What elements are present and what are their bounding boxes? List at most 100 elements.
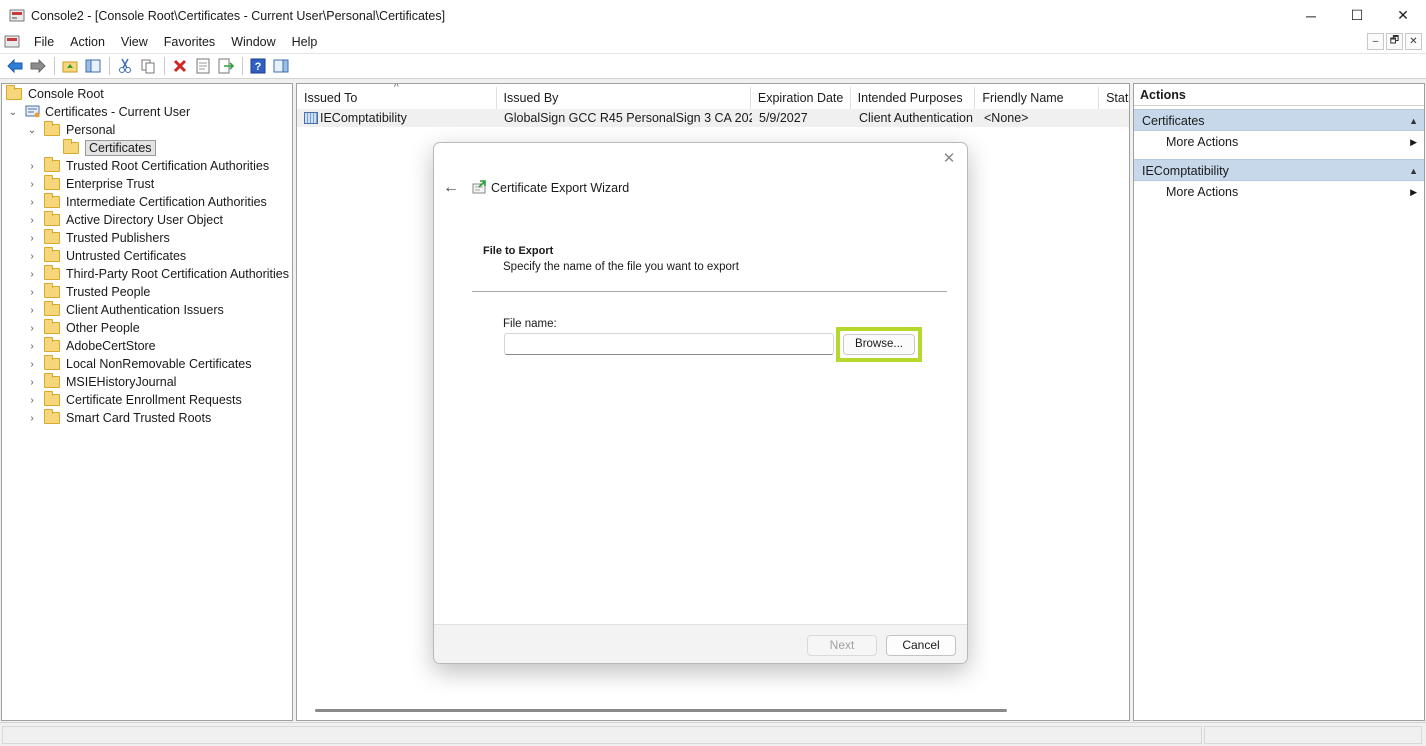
cut-icon[interactable]: [114, 55, 136, 77]
tree-item-console-root[interactable]: Console Root: [6, 85, 104, 103]
more-actions-iecomptatibility[interactable]: More Actions ▶: [1134, 181, 1424, 203]
help-icon[interactable]: ?: [247, 55, 269, 77]
tree-item-label: Smart Card Trusted Roots: [66, 411, 212, 425]
folder-icon: [44, 265, 60, 280]
child-minimize-button[interactable]: –: [1367, 33, 1384, 50]
back-arrow-icon[interactable]: [4, 55, 26, 77]
forward-arrow-icon[interactable]: [27, 55, 49, 77]
chevron-right-icon[interactable]: ›: [26, 251, 38, 262]
column-friendly-name[interactable]: Friendly Name: [975, 87, 1100, 109]
folder-icon: [44, 355, 60, 370]
column-issued-by[interactable]: Issued By: [497, 87, 751, 109]
chevron-right-icon[interactable]: ›: [26, 197, 38, 208]
properties-icon[interactable]: [192, 55, 214, 77]
tree-item-third-party-root-certification-authorities[interactable]: › Third-Party Root Certification Authorit…: [26, 265, 289, 283]
tree-item-client-authentication-issuers[interactable]: › Client Authentication Issuers: [26, 301, 224, 319]
toolbar-separator: [109, 57, 110, 75]
close-icon[interactable]: ✕: [939, 149, 959, 169]
column-status[interactable]: Stat: [1099, 87, 1129, 109]
actions-group-iecomptatibility[interactable]: IEComptatibility ▲: [1134, 159, 1424, 181]
chevron-right-icon[interactable]: ›: [26, 341, 38, 352]
tree-item-label: Untrusted Certificates: [66, 249, 187, 263]
menu-bar: File Action View Favorites Window Help –…: [0, 31, 1426, 53]
status-bar: [0, 722, 1426, 746]
console-app-icon: [9, 8, 25, 24]
tree-item-trusted-root-certification-authorities[interactable]: › Trusted Root Certification Authorities: [26, 157, 269, 175]
tree-item-personal[interactable]: ⌄ Personal: [26, 121, 115, 139]
folder-open-icon: [63, 139, 79, 154]
tree-item-label: Intermediate Certification Authorities: [66, 195, 267, 209]
menu-file[interactable]: File: [26, 31, 62, 53]
chevron-right-icon[interactable]: ›: [26, 377, 38, 388]
tree-item-untrusted-certificates[interactable]: › Untrusted Certificates: [26, 247, 186, 265]
tree-item-smart-card-trusted-roots[interactable]: › Smart Card Trusted Roots: [26, 409, 211, 427]
maximize-button[interactable]: ☐: [1334, 0, 1380, 31]
tree-item-other-people[interactable]: › Other People: [26, 319, 140, 337]
tree-item-active-directory-user-object[interactable]: › Active Directory User Object: [26, 211, 223, 229]
actions-title: Actions: [1134, 84, 1424, 106]
show-hide-tree-icon[interactable]: [82, 55, 104, 77]
chevron-right-icon[interactable]: ›: [26, 233, 38, 244]
minimize-button[interactable]: ─: [1288, 0, 1334, 31]
tree-item-label: Local NonRemovable Certificates: [66, 357, 252, 371]
collapse-up-icon[interactable]: ▲: [1409, 160, 1418, 182]
chevron-right-icon[interactable]: ›: [26, 161, 38, 172]
tree-item-label: Trusted Root Certification Authorities: [66, 159, 270, 173]
certificate-wizard-icon: [471, 180, 487, 196]
child-restore-button[interactable]: 🗗: [1386, 33, 1403, 50]
menu-action[interactable]: Action: [62, 31, 113, 53]
tree-item-certificates[interactable]: Certificates: [63, 139, 156, 157]
next-button[interactable]: Next: [807, 635, 877, 656]
chevron-right-icon[interactable]: ›: [26, 305, 38, 316]
menu-help[interactable]: Help: [284, 31, 326, 53]
tree-item-certificates-current-user[interactable]: ⌄ Certificates - Current User: [7, 103, 190, 121]
back-arrow-icon[interactable]: ←: [441, 178, 461, 198]
export-list-icon[interactable]: [215, 55, 237, 77]
close-button[interactable]: ✕: [1380, 0, 1426, 31]
column-intended-purposes[interactable]: Intended Purposes: [851, 87, 976, 109]
column-expiration-date[interactable]: Expiration Date: [751, 87, 851, 109]
horizontal-scrollbar[interactable]: [315, 709, 1007, 712]
collapse-up-icon[interactable]: ▲: [1409, 110, 1418, 132]
folder-icon: [44, 391, 60, 406]
tree-item-enterprise-trust[interactable]: › Enterprise Trust: [26, 175, 154, 193]
tree-item-trusted-people[interactable]: › Trusted People: [26, 283, 150, 301]
folder-icon: [6, 85, 22, 100]
tree-item-adobecertstore[interactable]: › AdobeCertStore: [26, 337, 156, 355]
tree-item-msiehistoryjournal[interactable]: › MSIEHistoryJournal: [26, 373, 176, 391]
chevron-right-icon[interactable]: ›: [26, 323, 38, 334]
show-hide-action-pane-icon[interactable]: [270, 55, 292, 77]
tree-item-intermediate-certification-authorities[interactable]: › Intermediate Certification Authorities: [26, 193, 267, 211]
cancel-button[interactable]: Cancel: [886, 635, 956, 656]
issued-to-value: IEComptatibility: [320, 111, 407, 125]
chevron-down-icon[interactable]: ⌄: [7, 107, 19, 118]
column-issued-to[interactable]: Issued To: [297, 87, 497, 109]
mmc-document-icon[interactable]: [4, 34, 20, 50]
chevron-right-icon[interactable]: ›: [26, 215, 38, 226]
tree-item-certificate-enrollment-requests[interactable]: › Certificate Enrollment Requests: [26, 391, 242, 409]
chevron-right-icon[interactable]: ›: [26, 287, 38, 298]
chevron-down-icon[interactable]: ⌄: [26, 125, 38, 136]
chevron-right-icon[interactable]: ›: [26, 359, 38, 370]
copy-icon[interactable]: [137, 55, 159, 77]
actions-pane: Actions Certificates ▲ More Actions ▶ IE…: [1133, 83, 1425, 721]
browse-button[interactable]: Browse...: [843, 334, 915, 355]
table-row[interactable]: IEComptatibility GlobalSign GCC R45 Pers…: [297, 109, 1129, 127]
more-actions-certificates[interactable]: More Actions ▶: [1134, 131, 1424, 153]
wizard-heading: File to Export: [483, 245, 554, 257]
chevron-right-icon[interactable]: ›: [26, 395, 38, 406]
menu-view[interactable]: View: [113, 31, 156, 53]
up-folder-icon[interactable]: [59, 55, 81, 77]
menu-window[interactable]: Window: [223, 31, 283, 53]
delete-icon[interactable]: [169, 55, 191, 77]
svg-text:?: ?: [255, 61, 262, 73]
menu-favorites[interactable]: Favorites: [156, 31, 223, 53]
file-name-input[interactable]: [504, 333, 834, 355]
tree-item-local-nonremovable-certificates[interactable]: › Local NonRemovable Certificates: [26, 355, 252, 373]
chevron-right-icon[interactable]: ›: [26, 413, 38, 424]
child-close-button[interactable]: ✕: [1405, 33, 1422, 50]
actions-group-certificates[interactable]: Certificates ▲: [1134, 109, 1424, 131]
chevron-right-icon[interactable]: ›: [26, 269, 38, 280]
tree-item-trusted-publishers[interactable]: › Trusted Publishers: [26, 229, 170, 247]
chevron-right-icon[interactable]: ›: [26, 179, 38, 190]
